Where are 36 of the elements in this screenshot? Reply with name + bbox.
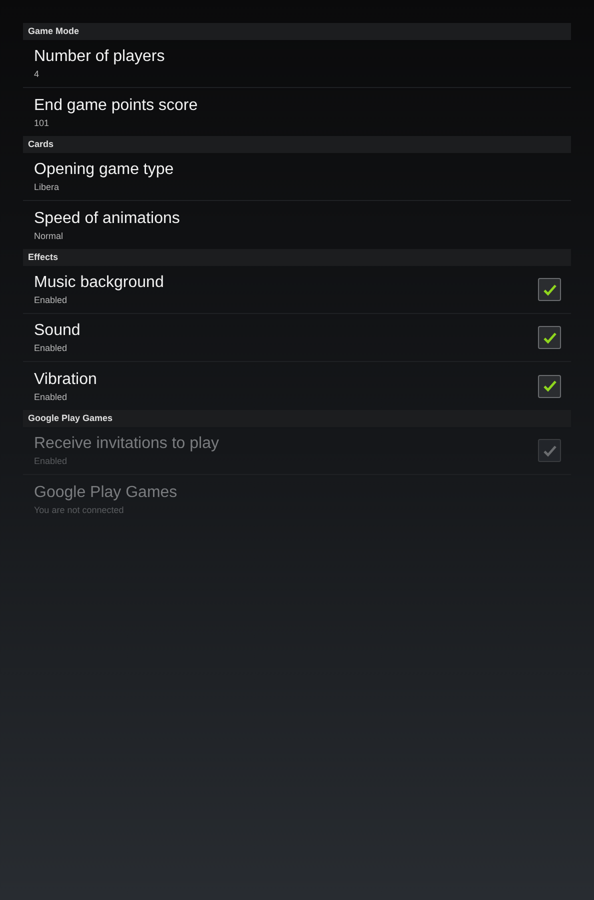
preference-row[interactable]: End game points score 101 [23,88,571,136]
checkmark-icon [542,380,556,392]
preference-summary: Enabled [34,343,68,353]
preference-row[interactable]: Music background Enabled [23,266,571,314]
section-header: Cards [23,136,571,153]
preference-row[interactable]: Number of players 4 [23,40,571,88]
preference-summary: Enabled [34,392,68,402]
preference-summary: You are not connected [34,504,125,514]
checkmark-icon [542,444,556,456]
checkmark-icon [542,332,556,344]
preference-title: Google Play Games [34,484,178,502]
preference-row[interactable]: Opening game type Libera [23,153,571,201]
preference-summary: Libera [34,182,60,192]
preference-title: Speed of animations [34,210,181,228]
preference-summary: Enabled [34,456,68,466]
preference-title: Opening game type [34,161,175,179]
preference-row[interactable]: Speed of animations Normal [23,201,571,249]
checkmark-icon [542,284,556,296]
preference-summary: Enabled [34,295,68,305]
preference-row[interactable]: Sound Enabled [23,314,571,362]
checkbox[interactable] [538,374,561,398]
preference-summary: 101 [34,118,50,128]
checkbox[interactable] [538,326,561,349]
section-header: Game Mode [23,23,571,40]
checkbox[interactable] [538,278,561,301]
section-header: Google Play Games [23,410,571,427]
preference-title: Vibration [34,370,98,388]
preference-title: Music background [34,274,165,292]
section-header: Effects [23,249,571,266]
preference-row[interactable]: Vibration Enabled [23,362,571,410]
preference-summary: 4 [34,69,40,79]
preference-summary: Normal [34,230,64,240]
preference-title: End game points score [34,96,199,114]
preference-title: Receive invitations to play [34,435,220,453]
preference-title: Number of players [34,48,166,66]
preference-title: Sound [34,322,82,340]
